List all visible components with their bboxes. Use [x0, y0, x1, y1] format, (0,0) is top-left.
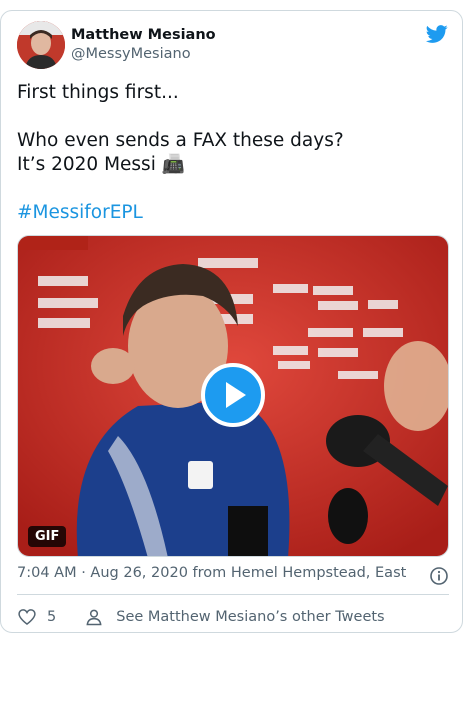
other-tweets-link[interactable]: See Matthew Mesiano’s other Tweets — [84, 607, 385, 627]
divider — [17, 594, 449, 595]
other-tweets-label: See Matthew Mesiano’s other Tweets — [116, 609, 385, 625]
like-count: 5 — [47, 609, 57, 625]
twitter-bird-icon[interactable] — [425, 23, 449, 45]
info-icon[interactable] — [429, 566, 449, 586]
gif-badge: GIF — [28, 526, 67, 547]
tweet-text-line: Who even sends a FAX these days? — [17, 130, 344, 151]
heart-icon — [18, 609, 36, 626]
location: Hemel Hempstead, East — [230, 565, 407, 581]
person-icon — [86, 609, 102, 626]
play-icon — [226, 382, 246, 408]
timestamp-link[interactable]: 7:04 AM · Aug 26, 2020 — [17, 565, 188, 581]
tweet-text: First things first... Who even sends a F… — [17, 81, 447, 225]
author-name[interactable]: Matthew Mesiano — [71, 27, 216, 43]
play-button[interactable] — [201, 363, 265, 427]
tweet-meta: 7:04 AM · Aug 26, 2020 from Hemel Hempst… — [17, 565, 406, 581]
gif-media[interactable]: GIF — [17, 235, 449, 557]
like-button[interactable]: 5 — [17, 607, 56, 627]
tweet-card: Matthew Mesiano @MessyMesiano First thin… — [0, 10, 463, 633]
author-handle[interactable]: @MessyMesiano — [71, 46, 191, 62]
hashtag-link[interactable]: #MessiforEPL — [17, 201, 447, 225]
avatar[interactable] — [17, 21, 65, 69]
tweet-text-line: It’s 2020 Messi 📠 — [17, 154, 185, 175]
tweet-footer: 5 See Matthew Mesiano’s other Tweets — [17, 605, 385, 629]
source-prefix: from — [192, 565, 227, 581]
tweet-text-line: First things first... — [17, 82, 179, 103]
